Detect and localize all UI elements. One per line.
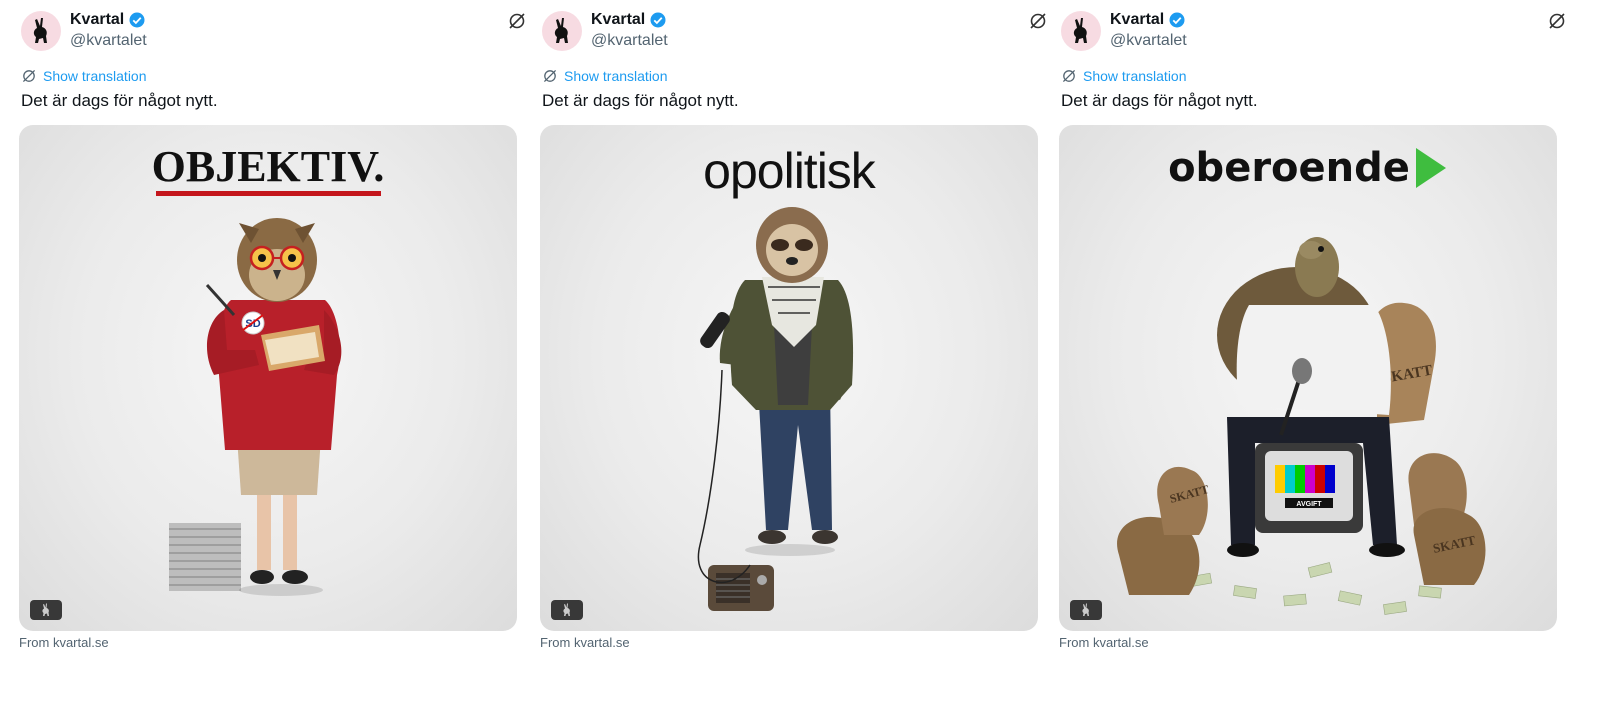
verified-badge-icon — [129, 12, 145, 28]
tweet-text: Det är dags för något nytt. — [1061, 91, 1258, 110]
author-name[interactable]: Kvartal — [70, 11, 124, 29]
card-headline: opolitisk — [540, 143, 1038, 199]
hare-icon — [1082, 603, 1089, 616]
translate-icon — [22, 69, 36, 83]
card-source[interactable]: From kvartal.se — [1059, 635, 1149, 650]
card-source[interactable]: From kvartal.se — [19, 635, 109, 650]
author-handle[interactable]: @kvartalet — [70, 32, 147, 50]
sd-badge-label: SD — [245, 318, 260, 330]
no-sync-icon[interactable] — [1028, 11, 1048, 31]
show-translation-link[interactable]: Show translation — [1061, 68, 1187, 84]
opolitisk-wordmark: opolitisk — [703, 143, 876, 199]
author-handle[interactable]: @kvartalet — [591, 32, 668, 50]
link-card[interactable]: SD OBJEKTIV. — [19, 125, 517, 631]
hare-icon — [42, 603, 49, 616]
link-card[interactable]: opolitisk — [540, 125, 1038, 631]
tweet-1: Kvartal @kvartalet Show translation Det … — [19, 0, 527, 711]
headline-underline — [155, 191, 381, 196]
source-avatar-badge — [551, 600, 583, 620]
objektiv-wordmark: OBJEKTIV. — [151, 142, 385, 191]
tv-label: AVGIFT — [1296, 501, 1322, 508]
show-translation-link[interactable]: Show translation — [542, 68, 668, 84]
verified-badge-icon — [650, 12, 666, 28]
show-translation-link[interactable]: Show translation — [21, 68, 147, 84]
avatar[interactable] — [1061, 11, 1101, 51]
verified-badge-icon — [1169, 12, 1185, 28]
translate-icon — [543, 69, 557, 83]
hare-icon — [33, 18, 47, 43]
link-card[interactable]: SKATT SKATT SKATT AVGIFT oberoende — [1059, 125, 1557, 631]
tweet-text: Det är dags för något nytt. — [542, 91, 739, 110]
author-handle[interactable]: @kvartalet — [1110, 32, 1187, 50]
hare-icon — [563, 603, 570, 616]
turtle-figure: SKATT SKATT SKATT AVGIFT — [1117, 237, 1486, 615]
source-avatar-badge — [1070, 600, 1102, 620]
show-translation-label: Show translation — [564, 68, 668, 84]
play-arrow-icon — [1415, 148, 1446, 188]
translate-icon — [1062, 69, 1076, 83]
show-translation-label: Show translation — [1083, 68, 1187, 84]
card-headline: oberoende — [1059, 143, 1557, 193]
tweet-text: Det är dags för något nytt. — [21, 91, 218, 110]
avatar[interactable] — [542, 11, 582, 51]
tweet-2: Kvartal @kvartalet Show translation Det … — [540, 0, 1048, 711]
no-sync-icon[interactable] — [1547, 11, 1567, 31]
card-source[interactable]: From kvartal.se — [540, 635, 630, 650]
oberoende-wordmark: oberoende — [1168, 143, 1448, 193]
no-sync-icon[interactable] — [507, 11, 527, 31]
owl-figure: SD — [169, 218, 342, 596]
tweet-3: Kvartal @kvartalet Show translation Det … — [1059, 0, 1567, 711]
hare-icon — [1073, 18, 1087, 43]
author-name[interactable]: Kvartal — [591, 11, 645, 29]
sloth-figure — [697, 207, 854, 611]
show-translation-label: Show translation — [43, 68, 147, 84]
avatar[interactable] — [21, 11, 61, 51]
source-avatar-badge — [30, 600, 62, 620]
oberoende-text: oberoende — [1168, 145, 1410, 191]
card-headline: OBJEKTIV. — [19, 143, 517, 196]
hare-icon — [554, 18, 568, 43]
author-name[interactable]: Kvartal — [1110, 11, 1164, 29]
